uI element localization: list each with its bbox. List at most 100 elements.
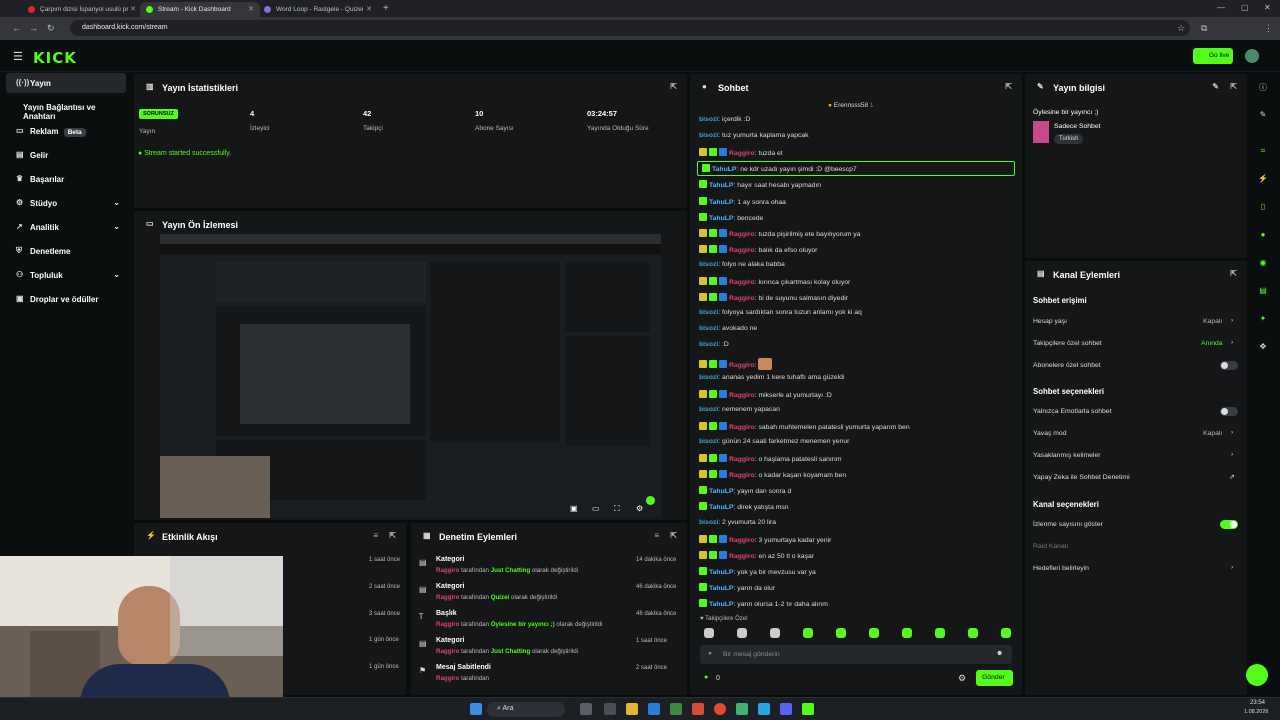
chat-message[interactable]: bisozi: avokado ne	[699, 325, 757, 332]
sidebar-item-topluluk[interactable]: ⚇ Topluluk ⌄	[6, 265, 126, 285]
windows-start-icon[interactable]	[470, 703, 482, 715]
chat-username[interactable]: TahuLP	[709, 199, 733, 206]
pip-icon[interactable]: ▣	[570, 504, 578, 513]
popout-icon[interactable]: ⇱	[1230, 82, 1237, 91]
sidebar-item-studyo[interactable]: ⚙ Stüdyo ⌄	[6, 193, 126, 213]
scan-icon[interactable]: ⌗	[1256, 146, 1270, 160]
chat-message[interactable]: Raggiro: bi de suyunu salmasın diyedir	[699, 293, 848, 302]
task-view-icon[interactable]	[604, 703, 616, 715]
help-chat-button[interactable]	[1246, 664, 1268, 686]
chat-message[interactable]: Raggiro: balık da efso oluyor	[699, 244, 817, 254]
forward-icon[interactable]: →	[29, 23, 38, 33]
chat-username[interactable]: bisozi	[699, 261, 718, 268]
emote-icon[interactable]	[902, 628, 912, 638]
sidebar-item-gelir[interactable]: ▤ Gelir	[6, 145, 126, 165]
sidebar-item-droplar[interactable]: ▣ Droplar ve ödüller	[6, 289, 126, 309]
filter-icon[interactable]: ≡	[654, 531, 659, 540]
sidebar-item-stream-key[interactable]: Yayın Bağlantısı ve Anahtarı	[6, 97, 126, 121]
chat-input[interactable]: ● Bir mesaj gönderin ☻	[700, 645, 1012, 664]
broadcast-icon[interactable]: ◉	[1256, 258, 1270, 272]
show-viewers-toggle[interactable]	[1220, 520, 1238, 529]
browser-tab-active[interactable]: Stream - Kick Dashboard ✕	[140, 2, 260, 17]
chat-username[interactable]: TahuLP	[709, 488, 733, 495]
chat-username[interactable]: bisozi	[699, 341, 718, 348]
chat-message[interactable]: bisozi: ananas yedim 1 kere tuhaftı ama …	[699, 374, 844, 381]
popout-icon[interactable]: ⇱	[1230, 269, 1237, 278]
kick-app-icon[interactable]	[802, 703, 814, 715]
chat-settings-icon[interactable]: ⚙	[958, 673, 966, 684]
go-live-button[interactable]: Go live	[1193, 48, 1233, 64]
popout-icon[interactable]: ⇱	[389, 531, 396, 540]
store-icon[interactable]	[670, 703, 682, 715]
chat-username[interactable]: bisozi	[699, 438, 718, 445]
subs-chat-toggle[interactable]	[1220, 361, 1238, 370]
wrench-icon[interactable]: ✦	[1256, 314, 1270, 328]
chat-message[interactable]: TahuLP: ne kdr uzadı yayın şimdi :D @bee…	[697, 161, 1015, 177]
chat-username[interactable]: TahuLP	[709, 182, 733, 189]
chat-username[interactable]: Raggiro	[729, 472, 755, 479]
chat-username[interactable]: Raggiro	[729, 150, 755, 157]
chat-username[interactable]: TahuLP	[709, 601, 733, 608]
chrome-icon[interactable]	[714, 703, 726, 715]
minimize-icon[interactable]: —	[1217, 3, 1225, 12]
chat-message[interactable]: bisozi: tuz yumurta kaplama yapcak	[699, 132, 809, 139]
chat-icon[interactable]: ●	[1256, 230, 1270, 244]
chat-message[interactable]: TahuLP: direk yatışta msn	[699, 502, 789, 511]
maximize-icon[interactable]: ▢	[1241, 3, 1249, 12]
chat-username[interactable]: Raggiro	[729, 537, 755, 544]
chat-message[interactable]: bisozi: folyo ne alaka babba	[699, 261, 785, 268]
file-explorer-icon[interactable]	[626, 703, 638, 715]
browser-tab[interactable]: Çarpım dizisi İspanyol usulü pr ✕	[22, 2, 142, 17]
chat-message[interactable]: TahuLP: bencede	[699, 212, 763, 222]
sidebar-item-basarilar[interactable]: ♛ Başarılar	[6, 169, 126, 189]
chat-username[interactable]: bisozi	[699, 374, 718, 381]
lightning-icon[interactable]: ⚡	[1256, 174, 1270, 188]
discord-icon[interactable]	[780, 703, 792, 715]
hamburger-menu-icon[interactable]: ☰	[13, 50, 23, 63]
emote-icon[interactable]	[1001, 628, 1011, 638]
list-icon[interactable]: ▤	[1256, 286, 1270, 300]
chat-username[interactable]: TahuLP	[709, 585, 733, 592]
chat-username[interactable]: Raggiro	[729, 247, 755, 254]
chat-username[interactable]: TahuLP	[709, 215, 733, 222]
chat-message[interactable]: Raggiro: sabah muhtemelen patatesli yumu…	[699, 421, 910, 431]
stream-preview-video[interactable]: ▣ ▭ ⛶ ⚙	[160, 234, 661, 518]
chat-message[interactable]: Raggiro: tuzda pişirilmiş ete bayılıyoru…	[699, 228, 860, 238]
apps-icon[interactable]: ✥	[1256, 342, 1270, 356]
widgets-icon[interactable]	[580, 703, 592, 715]
browser-menu-icon[interactable]: ⋮	[1264, 23, 1273, 34]
chat-message[interactable]: bisozi: günün 24 saati farketmez menemen…	[699, 438, 849, 445]
chat-username[interactable]: bisozi	[699, 325, 718, 332]
fullscreen-icon[interactable]: ⛶	[614, 504, 620, 514]
theater-icon[interactable]: ▭	[592, 504, 600, 513]
chat-username[interactable]: TahuLP	[709, 504, 733, 511]
sidebar-item-denetleme[interactable]: ⛨ Denetleme	[6, 241, 126, 261]
office-icon[interactable]	[692, 703, 704, 715]
chat-message[interactable]: Raggiro: o kadar kaşarı koyamam ben	[699, 470, 846, 479]
chat-username[interactable]: bisozi	[699, 309, 718, 316]
kick-logo[interactable]: KICK	[33, 49, 77, 67]
chat-message[interactable]: Raggiro: tuzda et	[699, 148, 783, 157]
reload-icon[interactable]: ↻	[47, 23, 55, 34]
chat-username[interactable]: Raggiro	[729, 279, 755, 286]
emote-icon[interactable]	[770, 628, 780, 638]
browser-tab[interactable]: Word Loop - Rastgele - Quizei ✕	[258, 2, 378, 17]
emoji-icon[interactable]: ☻	[996, 650, 1003, 657]
chat-username[interactable]: bisozi	[699, 116, 718, 123]
chat-username[interactable]: Raggiro	[729, 456, 755, 463]
emote-icon[interactable]	[968, 628, 978, 638]
emotes-only-toggle[interactable]	[1220, 407, 1238, 416]
taskbar-search[interactable]: ⌕ Ara	[487, 702, 565, 717]
emote-icon[interactable]	[869, 628, 879, 638]
chat-username[interactable]: Raggiro	[729, 295, 755, 302]
emote-icon[interactable]	[803, 628, 813, 638]
chat-message[interactable]: bisozi: nemenem yapacan	[699, 406, 780, 413]
chat-username[interactable]: TahuLP	[709, 569, 733, 576]
chat-message[interactable]: TahuLP: yok ya bir mevzusu var ya	[699, 566, 816, 576]
chat-message[interactable]: TahuLP: 1 ay sonra ohaa	[699, 196, 786, 206]
chat-message[interactable]: TahuLP: hayır saat hesabı yapmadın	[699, 180, 821, 189]
document-icon[interactable]: ▯	[1256, 202, 1270, 216]
popout-icon[interactable]: ⇱	[670, 82, 677, 91]
chat-username[interactable]: Raggiro	[729, 231, 755, 238]
chat-message[interactable]: Raggiro: o haşlama patatesli sanırım	[699, 454, 842, 463]
